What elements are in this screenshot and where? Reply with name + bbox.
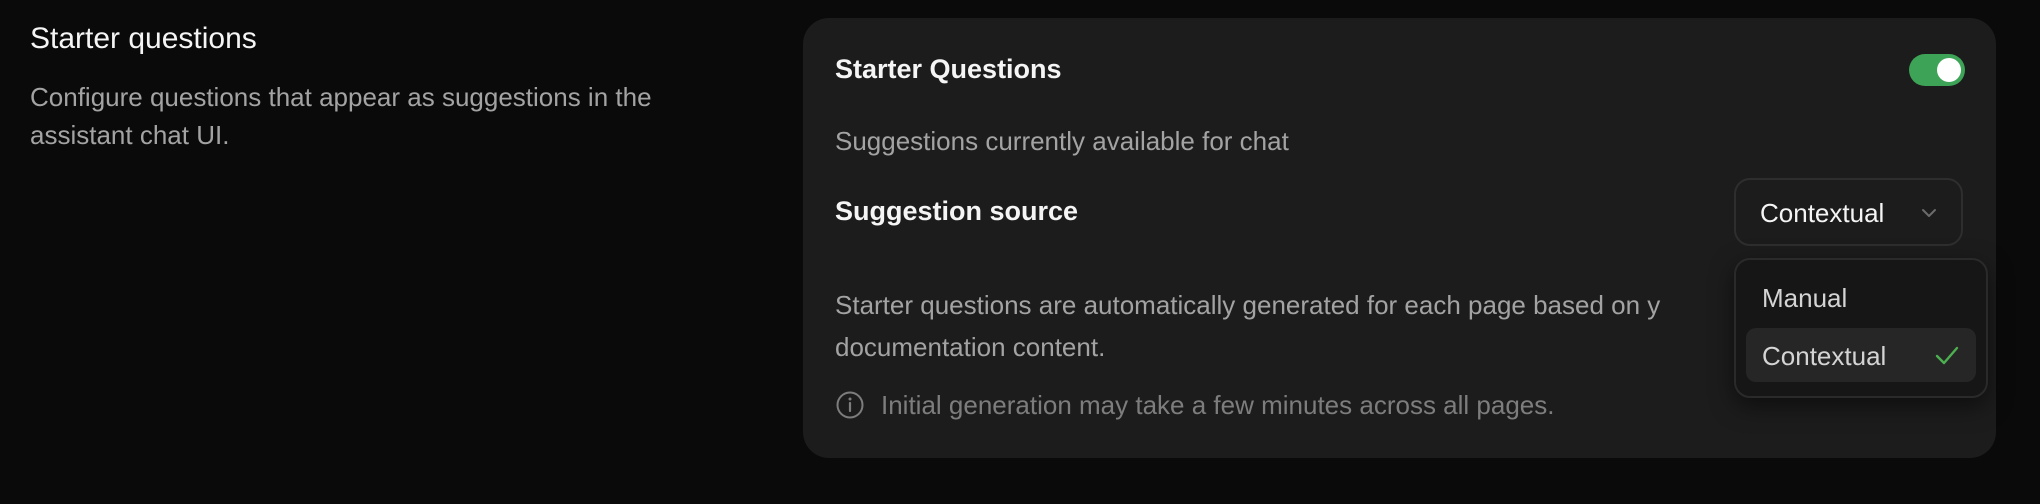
select-value: Contextual [1760, 198, 1885, 228]
dropdown-option-contextual[interactable]: Contextual [1746, 328, 1976, 382]
suggestion-source-select[interactable]: Contextual [1734, 178, 1963, 246]
info-note: Initial generation may take a few minute… [835, 388, 1554, 422]
settings-page: Starter questions Configure questions th… [0, 0, 2040, 504]
section-title: Starter questions [30, 22, 257, 55]
dropdown-option-manual[interactable]: Manual [1746, 270, 1976, 324]
dropdown-option-label: Manual [1762, 283, 1848, 313]
body-text-line-2: documentation content. [835, 332, 1106, 362]
dropdown-option-label: Contextual [1762, 341, 1887, 371]
card-title: Starter Questions [835, 54, 1062, 84]
card-subtitle: Suggestions currently available for chat [835, 126, 1289, 156]
body-text-line-1: Starter questions are automatically gene… [835, 290, 1661, 320]
section-description: Configure questions that appear as sugge… [30, 82, 652, 150]
starter-questions-toggle[interactable] [1909, 54, 1965, 86]
check-icon [1935, 346, 1959, 365]
info-text: Initial generation may take a few minute… [881, 389, 1555, 420]
info-icon [836, 391, 864, 419]
toggle-knob [1937, 58, 1961, 82]
auto-generation-description: Starter questions are automatically gene… [835, 284, 1715, 368]
suggestion-source-label: Suggestion source [835, 196, 1079, 226]
chevron-down-icon [1922, 209, 1936, 217]
suggestion-source-dropdown: Manual Contextual [1734, 258, 1988, 398]
